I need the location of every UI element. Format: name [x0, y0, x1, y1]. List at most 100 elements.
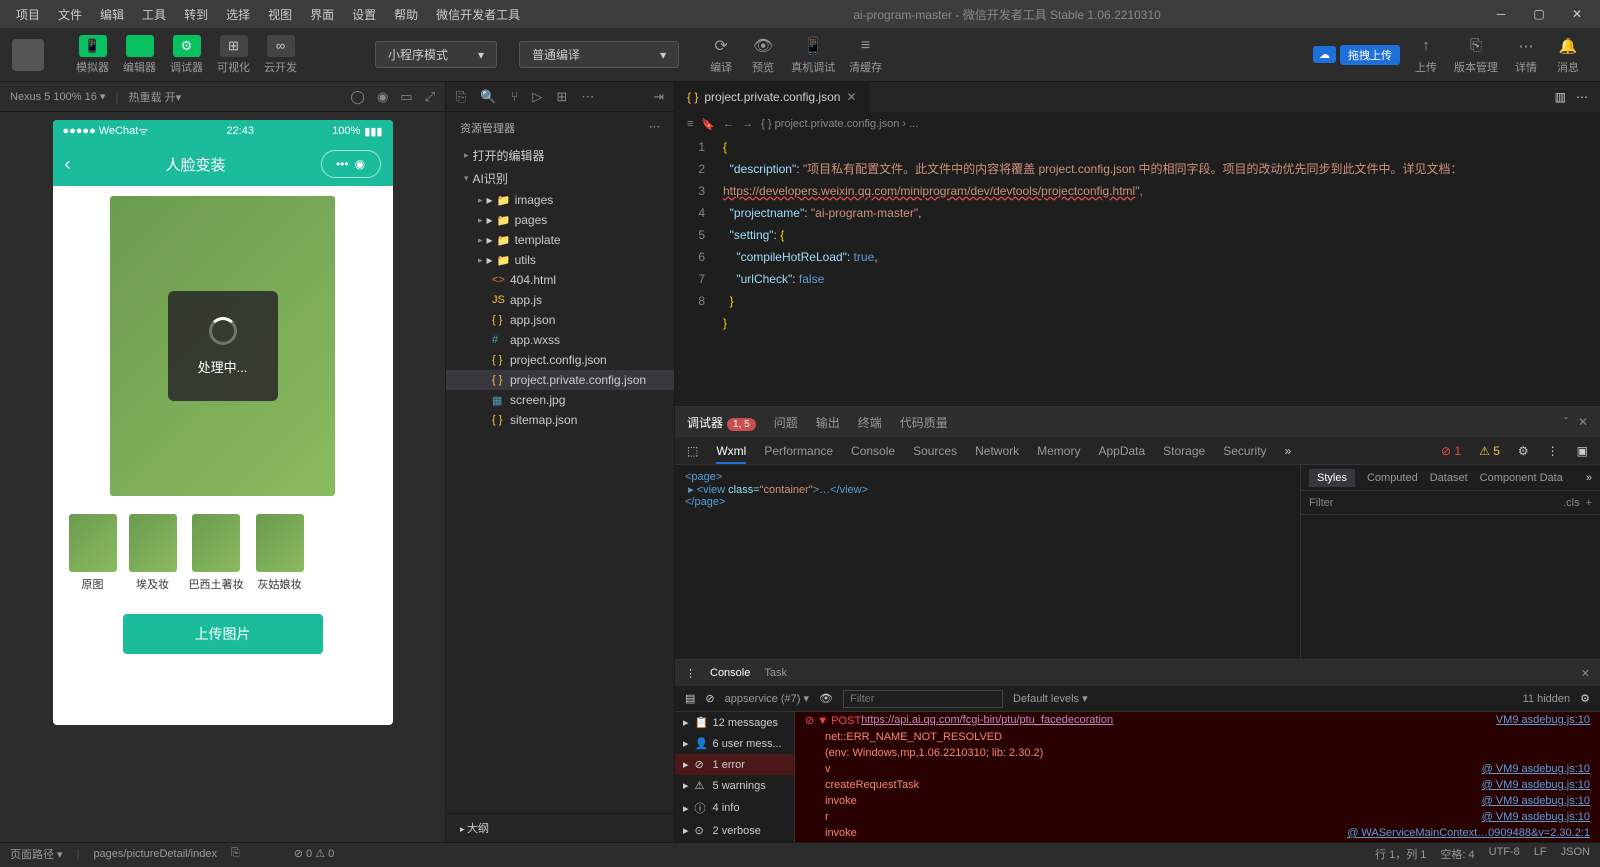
list-icon[interactable]: ≡	[687, 118, 693, 130]
tool-调试器[interactable]: ⚙调试器	[164, 33, 209, 77]
right-版本管理[interactable]: ⎘版本管理	[1448, 33, 1504, 77]
debug-icon[interactable]: ▷	[532, 89, 542, 105]
styles-filter[interactable]: Filter	[1309, 497, 1333, 509]
msg-cat[interactable]: ▸ⓘ4 info	[675, 796, 794, 820]
console-message[interactable]: createRequestTask@ VM9 asdebug.js:10	[795, 777, 1600, 793]
action-预览[interactable]: 👁预览	[743, 33, 783, 77]
console-message[interactable]: r@ VM9 asdebug.js:10	[795, 809, 1600, 825]
copy-icon[interactable]: ⎘	[231, 847, 240, 860]
styles-tab-Component Data[interactable]: Component Data	[1480, 472, 1563, 484]
thumb-原图[interactable]: 原图	[69, 514, 117, 592]
tool-编辑器[interactable]: 编辑器	[117, 33, 162, 77]
problem-counts[interactable]: ⊘ 0 ⚠ 0	[294, 847, 334, 860]
styles-tab-Styles[interactable]: Styles	[1309, 469, 1355, 487]
device-selector[interactable]: Nexus 5 100% 16 ▾	[10, 90, 105, 103]
search-icon[interactable]: 🔍	[480, 89, 496, 105]
close-button[interactable]: ✕	[1562, 4, 1592, 24]
msg-cat[interactable]: ▸⚠5 warnings	[675, 775, 794, 796]
devtab-Network[interactable]: Network	[975, 444, 1019, 458]
tree-app.json[interactable]: { } app.json	[446, 310, 674, 330]
right-消息[interactable]: 🔔消息	[1548, 33, 1588, 77]
capsule-menu[interactable]: •••◉	[321, 150, 381, 178]
inspect-icon[interactable]: ⬚	[687, 444, 698, 458]
devtab-Security[interactable]: Security	[1223, 444, 1266, 458]
tree-project.config.json[interactable]: { } project.config.json	[446, 350, 674, 370]
add-style-icon[interactable]: +	[1586, 497, 1592, 509]
more-icon[interactable]: ⋯	[581, 89, 594, 105]
tree-app.wxss[interactable]: # app.wxss	[446, 330, 674, 350]
dbg-tab-输出[interactable]: 输出	[816, 414, 840, 431]
dbg-tab-终端[interactable]: 终端	[858, 414, 882, 431]
upload-tag[interactable]: 拖拽上传	[1340, 45, 1400, 65]
thumb-巴西土著妆[interactable]: 巴西土著妆	[189, 514, 244, 592]
nav-back-icon[interactable]: ←	[723, 118, 734, 130]
msg-cat[interactable]: ▸⊘1 error	[675, 754, 794, 775]
current-path[interactable]: pages/pictureDetail/index	[93, 848, 217, 860]
error-count[interactable]: ⊘ 1	[1441, 444, 1461, 458]
devtab-Wxml[interactable]: Wxml	[716, 444, 746, 464]
menu-文件[interactable]: 文件	[50, 2, 90, 27]
tree-template[interactable]: ▸ 📁 template	[446, 230, 674, 250]
editor-tab[interactable]: { }project.private.config.json✕	[675, 82, 869, 112]
devtab-AppData[interactable]: AppData	[1098, 444, 1145, 458]
thumb-灰姑娘妆[interactable]: 灰姑娘妆	[256, 514, 304, 592]
upload-image-button[interactable]: 上传图片	[123, 614, 323, 654]
action-编译[interactable]: ⟳编译	[701, 33, 741, 77]
menu-界面[interactable]: 界面	[302, 2, 342, 27]
more-tabs-icon[interactable]: »	[1285, 444, 1292, 458]
tree-sitemap.json[interactable]: { } sitemap.json	[446, 410, 674, 430]
hidden-count[interactable]: 11 hidden	[1523, 693, 1571, 705]
context-select[interactable]: appservice (#7) ▾	[725, 692, 809, 705]
styles-tab-Computed[interactable]: Computed	[1367, 472, 1418, 484]
compile-dropdown[interactable]: 普通编译▾	[519, 41, 679, 68]
menu-编辑[interactable]: 编辑	[92, 2, 132, 27]
msg-cat[interactable]: ▸📋12 messages	[675, 712, 794, 733]
menu-视图[interactable]: 视图	[260, 2, 300, 27]
nav-fwd-icon[interactable]: →	[742, 118, 753, 130]
page-path-label[interactable]: 页面路径 ▾	[10, 846, 63, 862]
devtab-Storage[interactable]: Storage	[1163, 444, 1205, 458]
menu-设置[interactable]: 设置	[344, 2, 384, 27]
eye-icon[interactable]: 👁	[819, 692, 833, 705]
sidebar-toggle-icon[interactable]: ▤	[685, 692, 695, 705]
task-tab[interactable]: Task	[764, 667, 787, 679]
code-editor[interactable]: 12345678 { "description": "项目私有配置文件。此文件中…	[675, 136, 1600, 406]
dbg-tab-问题[interactable]: 问题	[774, 414, 798, 431]
cls-toggle[interactable]: .cls	[1563, 497, 1580, 509]
dbg-tab-调试器[interactable]: 调试器1, 5	[687, 414, 756, 431]
close-panel-icon[interactable]: ✕	[1578, 415, 1588, 429]
outline-header[interactable]: 大纲	[446, 813, 674, 842]
section-open-editors[interactable]: 打开的编辑器	[446, 144, 674, 167]
status-item[interactable]: LF	[1534, 846, 1547, 862]
console-message[interactable]: (env: Windows,mp,1.06.2210310; lib: 2.30…	[795, 745, 1600, 761]
console-message[interactable]: v@ VM9 asdebug.js:10	[795, 761, 1600, 777]
msg-cat[interactable]: ▸⊙2 verbose	[675, 820, 794, 841]
kebab-icon[interactable]: ⋮	[1547, 444, 1559, 458]
tree-project.private.config.json[interactable]: { } project.private.config.json	[446, 370, 674, 390]
status-item[interactable]: UTF-8	[1489, 846, 1520, 862]
expand-icon[interactable]: ⤢	[425, 89, 435, 105]
gear-icon[interactable]: ⚙	[1518, 444, 1529, 458]
console-gear-icon[interactable]: ⚙	[1580, 692, 1590, 705]
msg-cat[interactable]: ▸👤6 user mess...	[675, 733, 794, 754]
minimize-button[interactable]: ─	[1486, 4, 1516, 24]
menu-帮助[interactable]: 帮助	[386, 2, 426, 27]
tree-404.html[interactable]: <> 404.html	[446, 270, 674, 290]
maximize-button[interactable]: ▢	[1524, 4, 1554, 24]
action-清缓存[interactable]: ≡清缓存	[843, 33, 888, 77]
mode-dropdown[interactable]: 小程序模式▾	[375, 41, 497, 68]
dbg-tab-代码质量[interactable]: 代码质量	[900, 414, 948, 431]
wxml-inspector[interactable]: <page> ▸ <view class="container">…</view…	[675, 465, 1300, 659]
record-icon[interactable]: ◯	[350, 89, 365, 105]
split-icon[interactable]: ▥	[1555, 90, 1566, 104]
right-详情[interactable]: ⋯详情	[1506, 33, 1546, 77]
menu-工具[interactable]: 工具	[134, 2, 174, 27]
right-上传[interactable]: ↑上传	[1406, 33, 1446, 77]
status-item[interactable]: 空格: 4	[1440, 846, 1474, 862]
clear-console-icon[interactable]: ⊘	[705, 692, 714, 705]
devtab-Performance[interactable]: Performance	[764, 444, 833, 458]
menu-微信开发者工具[interactable]: 微信开发者工具	[428, 2, 528, 27]
hot-reload-toggle[interactable]: 热重载 开▾	[129, 89, 182, 105]
user-avatar[interactable]	[12, 39, 44, 71]
menu-转到[interactable]: 转到	[176, 2, 216, 27]
